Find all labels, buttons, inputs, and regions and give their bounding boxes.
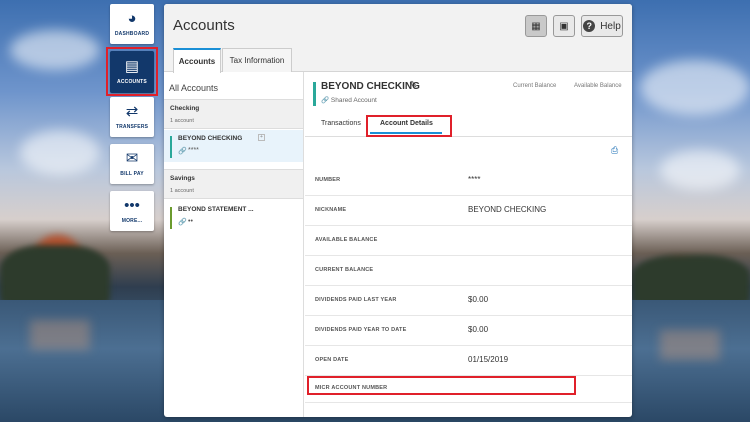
card-view-icon: ▣ xyxy=(559,20,569,32)
nav-dashboard[interactable]: ◕ DASHBOARD xyxy=(110,4,154,44)
group-checking[interactable]: Checking 1 account xyxy=(164,99,303,129)
account-list: All Accounts Checking 1 account BEYOND C… xyxy=(164,72,304,417)
highlight-micr-row xyxy=(307,376,576,395)
group-name: Savings xyxy=(170,175,195,182)
row-value: $0.00 xyxy=(468,295,489,304)
account-beyond-statement[interactable]: BEYOND STATEMENT ... 🔗 •• xyxy=(164,201,303,233)
page-title: Accounts xyxy=(173,17,235,34)
detail-row-available-balance: AVAILABLE BALANCE xyxy=(305,226,632,256)
detail-row-current-balance: CURRENT BALANCE xyxy=(305,256,632,286)
row-label: NICKNAME xyxy=(315,207,347,213)
highlight-account-details-tab xyxy=(366,115,452,137)
group-name: Checking xyxy=(170,105,200,112)
account-number: **** xyxy=(188,147,199,154)
account-detail: BEYOND CHECKING ✎ 🔗 Shared Account Curre… xyxy=(305,72,632,417)
current-balance-label: Current Balance xyxy=(513,83,557,89)
link-icon: 🔗 xyxy=(178,148,187,155)
nav-bill-pay[interactable]: ✉ BILL PAY xyxy=(110,144,154,184)
shared-account: 🔗 Shared Account xyxy=(321,96,377,104)
link-icon: 🔗 xyxy=(321,97,330,104)
nav-label: BILL PAY xyxy=(120,171,144,177)
group-savings[interactable]: Savings 1 account xyxy=(164,169,303,199)
row-value: $0.00 xyxy=(468,325,489,334)
row-value: **** xyxy=(468,175,481,184)
question-icon: ? xyxy=(583,20,596,32)
nav-label: TRANSFERS xyxy=(115,124,149,130)
layout-grid-icon: ▦ xyxy=(531,20,541,32)
detail-row-open-date: OPEN DATE 01/15/2019 xyxy=(305,346,632,376)
row-label: DIVIDENDS PAID YEAR TO DATE xyxy=(315,327,407,333)
group-count: 1 account xyxy=(170,118,194,124)
expand-icon[interactable]: + xyxy=(258,134,265,141)
account-color-bar xyxy=(313,82,316,106)
list-title: All Accounts xyxy=(169,83,219,93)
tab-transactions[interactable]: Transactions xyxy=(321,120,361,127)
layout-toggle-button[interactable]: ▦ xyxy=(525,15,547,37)
help-button[interactable]: ? Help xyxy=(581,15,623,37)
row-label: AVAILABLE BALANCE xyxy=(315,237,378,243)
account-beyond-checking[interactable]: BEYOND CHECKING + 🔗 **** xyxy=(164,130,303,162)
tab-label: Tax Information xyxy=(229,56,285,65)
nav-transfers[interactable]: ⇄ TRANSFERS xyxy=(110,97,154,137)
tab-tax-information[interactable]: Tax Information xyxy=(222,48,292,72)
tab-label: Accounts xyxy=(178,57,216,66)
account-name: BEYOND STATEMENT ... xyxy=(178,206,254,213)
detail-row-dividends-last-year: DIVIDENDS PAID LAST YEAR $0.00 xyxy=(305,286,632,316)
dashboard-gauge-icon: ◕ xyxy=(127,10,137,27)
available-balance-label: Available Balance xyxy=(574,83,622,89)
nav-label: DASHBOARD xyxy=(114,31,150,37)
page-header: Accounts ▦ ▣ ? Help Accounts Tax Informa… xyxy=(164,4,632,73)
account-name: BEYOND CHECKING xyxy=(178,135,243,142)
tab-accounts[interactable]: Accounts xyxy=(173,48,221,73)
nav-label: MORE... xyxy=(121,218,143,224)
shared-label: Shared Account xyxy=(330,97,377,104)
transfer-arrows-icon: ⇄ xyxy=(125,103,139,120)
account-title: BEYOND CHECKING xyxy=(321,81,420,92)
nav-more[interactable]: ••• MORE... xyxy=(110,191,154,231)
detail-row-nickname: NICKNAME BEYOND CHECKING xyxy=(305,196,632,226)
detail-row-number: NUMBER **** xyxy=(305,166,632,196)
more-dots-icon: ••• xyxy=(124,197,140,214)
detail-row-dividends-ytd: DIVIDENDS PAID YEAR TO DATE $0.00 xyxy=(305,316,632,346)
highlight-accounts xyxy=(106,47,158,96)
account-color-bar xyxy=(170,136,172,158)
row-value: 01/15/2019 xyxy=(468,355,509,364)
row-label: NUMBER xyxy=(315,177,341,183)
account-color-bar xyxy=(170,207,172,229)
account-number: •• xyxy=(188,218,193,225)
accounts-panel: Accounts ▦ ▣ ? Help Accounts Tax Informa… xyxy=(164,4,632,417)
print-icon[interactable]: ⎙ xyxy=(611,145,618,156)
row-value: BEYOND CHECKING xyxy=(468,205,547,214)
edit-pencil-icon[interactable]: ✎ xyxy=(409,80,417,91)
row-label: CURRENT BALANCE xyxy=(315,267,374,273)
help-label: Help xyxy=(600,20,621,32)
row-label: DIVIDENDS PAID LAST YEAR xyxy=(315,297,397,303)
row-label: OPEN DATE xyxy=(315,357,349,363)
group-count: 1 account xyxy=(170,188,194,194)
divider xyxy=(305,136,632,137)
link-icon: 🔗 xyxy=(178,219,187,226)
card-view-button[interactable]: ▣ xyxy=(553,15,575,37)
bill-pay-icon: ✉ xyxy=(125,150,139,167)
